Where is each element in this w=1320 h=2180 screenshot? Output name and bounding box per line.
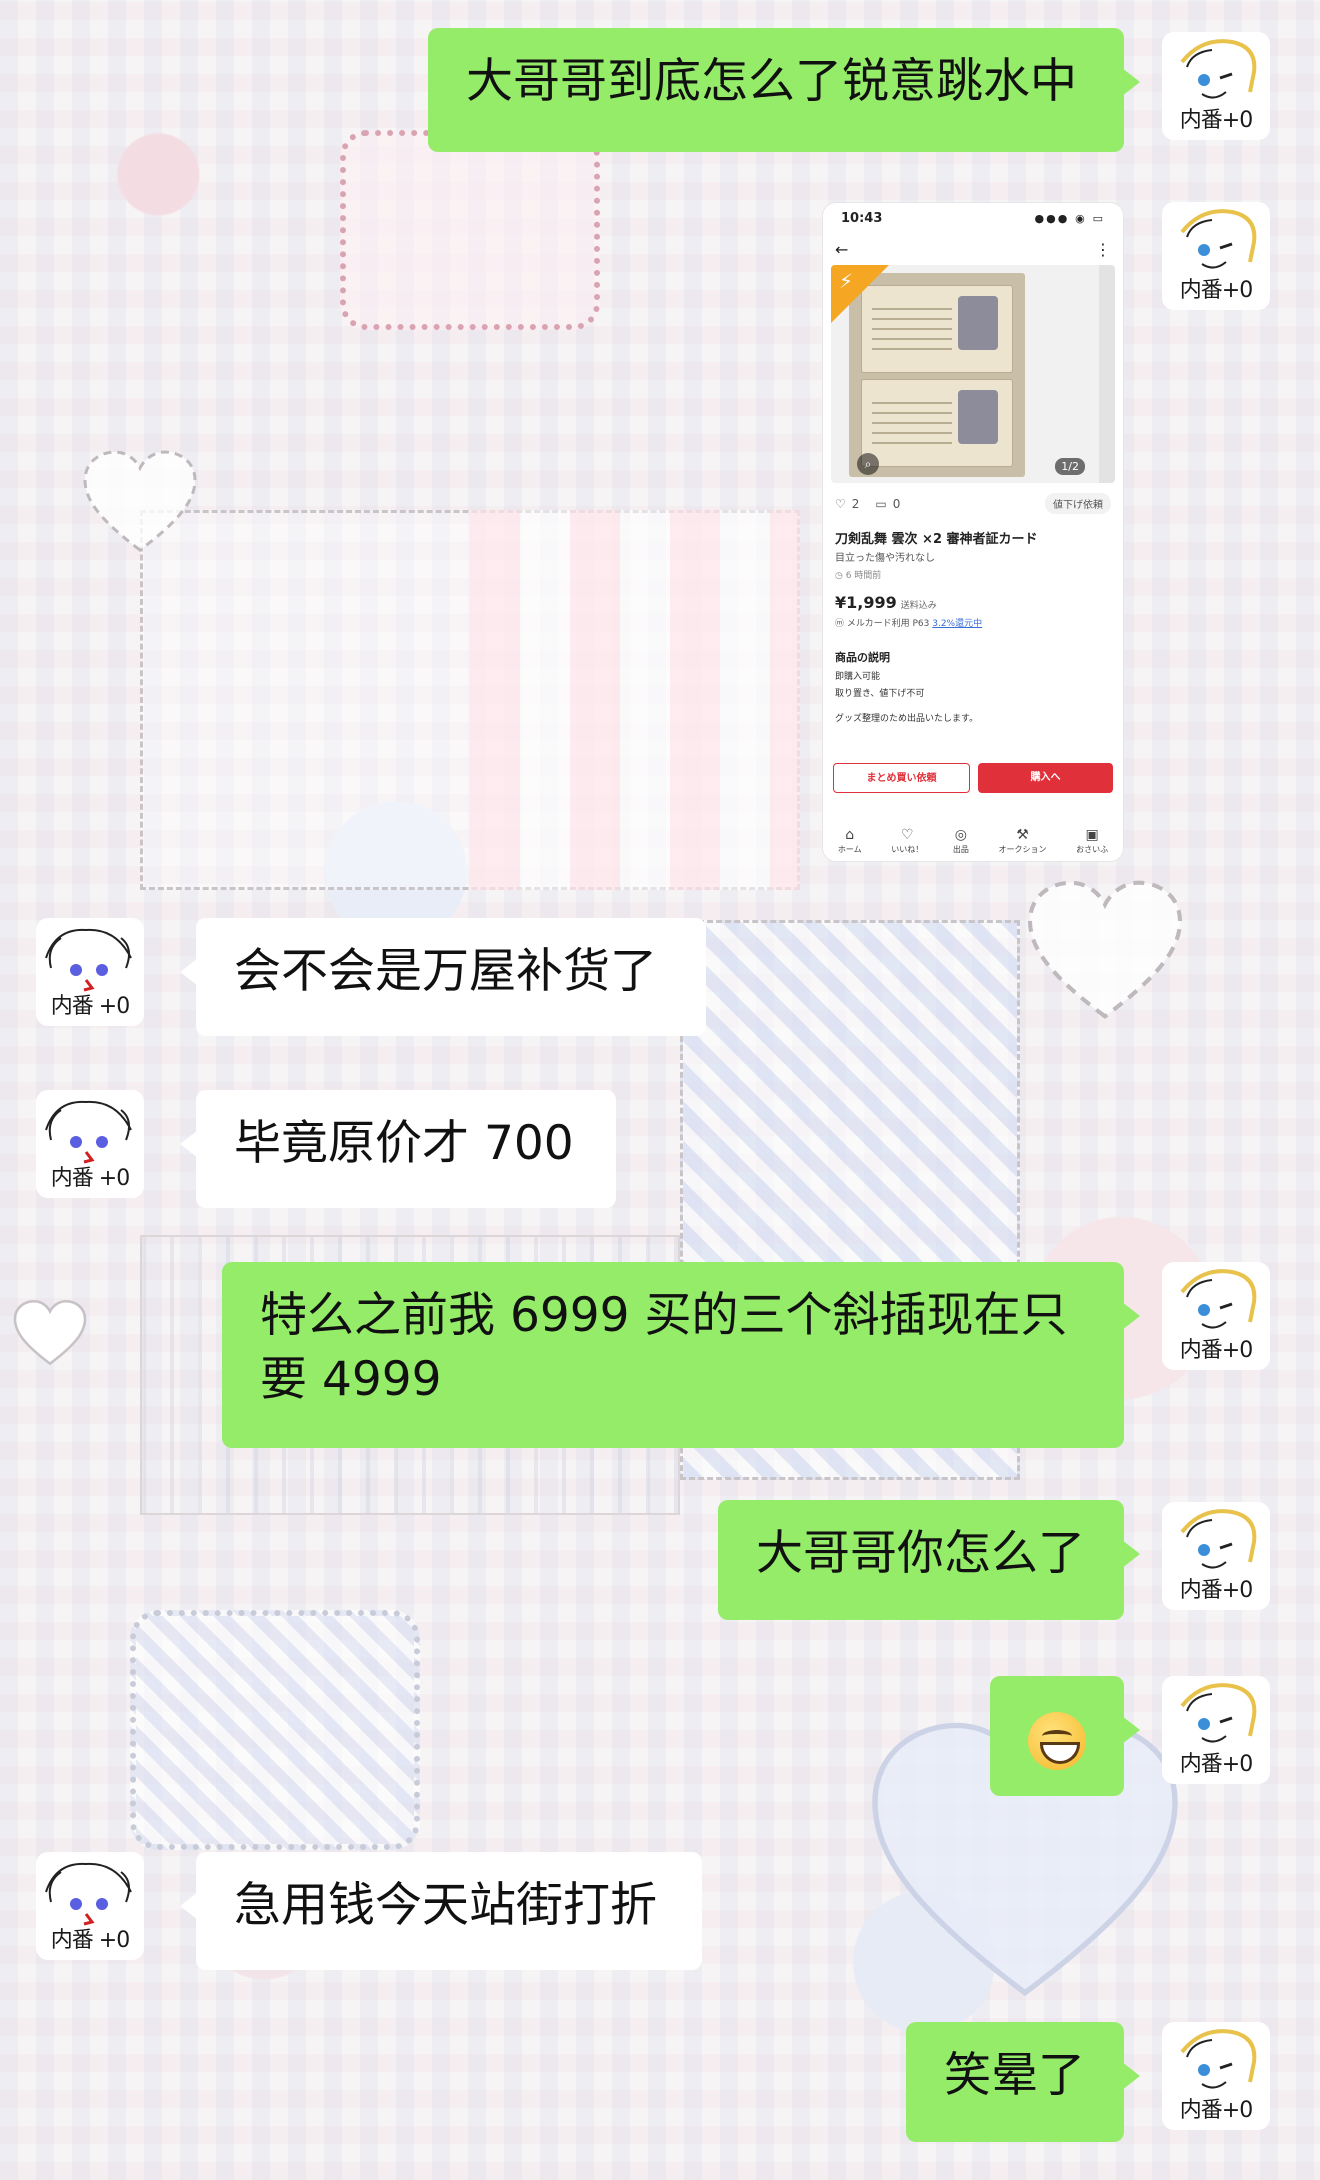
- heart-decor-icon: [1027, 880, 1183, 1019]
- avatar-tag: 内番+0: [1179, 1578, 1253, 1603]
- zoom-icon[interactable]: ⌕: [857, 453, 879, 475]
- next-image-peek: [1099, 265, 1115, 483]
- avatar-self[interactable]: 内番+0: [1162, 202, 1270, 310]
- description-line: [823, 703, 1123, 711]
- price-down-request-button[interactable]: 値下げ依頼: [1045, 493, 1111, 514]
- description-line: 即購入可能: [835, 672, 881, 682]
- more-options-icon[interactable]: ⋮: [1095, 240, 1111, 259]
- tab-auction[interactable]: ⚒ オークション: [999, 826, 1047, 855]
- posted-time-text: 6 時間前: [845, 571, 882, 581]
- tab-label: ホーム: [837, 845, 862, 854]
- product-actions: ♡ 2 ▭ 0 値下げ依頼: [823, 483, 1123, 524]
- comment-icon[interactable]: ▭: [875, 497, 886, 511]
- message-bubble-outgoing[interactable]: 大哥哥到底怎么了锐意跳水中: [428, 28, 1140, 152]
- image-message-screenshot[interactable]: 10:43 ●●● ◉ ▭ ← ⋮ ⚡ ⌕ 1/2 ♡ 2 ▭ 0 値下げ依頼 …: [822, 202, 1124, 862]
- description-line: 取り置き、値下げ不可: [835, 689, 925, 699]
- message-text: 大哥哥到底怎么了锐意跳水中: [466, 54, 1077, 109]
- tab-wallet[interactable]: ▣ おさいふ: [1076, 826, 1108, 855]
- avatar-tag: 内番+0: [1179, 1752, 1253, 1777]
- avatar-self[interactable]: 内番+0: [1162, 1502, 1270, 1610]
- product-card-image: [861, 379, 1013, 467]
- avatar-self[interactable]: 内番+0: [1162, 1676, 1270, 1784]
- decor-dotted-frame: [130, 1610, 420, 1850]
- avatar-self[interactable]: 内番+0: [1162, 2022, 1270, 2130]
- avatar-other[interactable]: 内番 +0: [36, 1090, 144, 1198]
- avatar-other[interactable]: 内番 +0: [36, 1852, 144, 1960]
- message-bubble-outgoing[interactable]: 大哥哥你怎么了: [718, 1500, 1140, 1620]
- tab-sell[interactable]: ◎ 出品: [953, 826, 969, 855]
- message-text: 特么之前我 6999 买的三个斜插现在只要 4999: [260, 1288, 1068, 1407]
- tax-note: 送料込み: [900, 601, 937, 611]
- lightning-icon: ⚡: [839, 269, 854, 293]
- camera-icon: ◎: [954, 827, 967, 843]
- product-title: 刀剣乱舞 雲次 ×2 審神者証カード: [835, 532, 1038, 547]
- tab-label: オークション: [998, 845, 1047, 854]
- avatar-other[interactable]: 内番 +0: [36, 918, 144, 1026]
- bottom-tab-bar: ⌂ ホーム ♡ いいね！ ◎ 出品 ⚒ オークション ▣ おさいふ: [823, 826, 1123, 855]
- decor-frame: [340, 130, 600, 330]
- price-value: ¥1,999: [835, 593, 897, 612]
- product-price: ¥1,999 送料込み: [823, 583, 1123, 612]
- tab-label: おさいふ: [1076, 845, 1109, 854]
- tab-label: いいね！: [891, 845, 924, 854]
- status-time: 10:43: [841, 210, 883, 226]
- card-note: メルカード利用 P63: [846, 619, 930, 629]
- heart-icon: ♡: [900, 827, 914, 843]
- avatar-tag: 内番 +0: [50, 994, 130, 1019]
- card-promo: ⓜ メルカード利用 P63 3.2%還元中: [835, 619, 983, 629]
- purchase-buttons: まとめ買い依頼 購入へ: [823, 763, 1123, 793]
- avatar-tag: 内番+0: [1179, 2098, 1253, 2123]
- message-bubble-incoming[interactable]: 毕竟原价才 700: [180, 1090, 616, 1208]
- message-text: 毕竟原价才 700: [234, 1116, 574, 1171]
- heart-icon[interactable]: ♡: [835, 497, 846, 511]
- message-text: 急用钱今天站街打折: [234, 1878, 657, 1933]
- decor-stripes: [470, 510, 800, 890]
- comment-count: 0: [892, 496, 901, 511]
- rebate-link[interactable]: 3.2%還元中: [932, 619, 982, 629]
- message-bubble-outgoing[interactable]: 特么之前我 6999 买的三个斜插现在只要 4999: [222, 1262, 1140, 1448]
- product-gallery[interactable]: ⚡ ⌕ 1/2: [831, 265, 1115, 483]
- message-bubble-outgoing[interactable]: 笑晕了: [906, 2022, 1140, 2142]
- description-heading: 商品の説明: [835, 651, 890, 664]
- home-icon: ⌂: [845, 827, 855, 843]
- heart-decor-icon: [83, 450, 197, 552]
- like-count: 2: [851, 496, 860, 511]
- bundle-request-button[interactable]: まとめ買い依頼: [833, 763, 970, 793]
- status-icons: ●●● ◉ ▭: [1034, 211, 1105, 225]
- posted-time: ◷ 6 時間前: [835, 571, 882, 581]
- heart-decor-icon: [13, 1300, 87, 1366]
- message-bubble-incoming[interactable]: 急用钱今天站街打折: [180, 1852, 702, 1970]
- message-bubble-outgoing[interactable]: [990, 1676, 1140, 1796]
- tab-likes[interactable]: ♡ いいね！: [891, 826, 923, 855]
- tab-label: 出品: [952, 845, 969, 854]
- avatar-tag: 内番+0: [1179, 108, 1253, 133]
- message-text: 会不会是万屋补货了: [234, 944, 657, 999]
- avatar-tag: 内番+0: [1179, 1338, 1253, 1363]
- message-text: 大哥哥你怎么了: [756, 1526, 1085, 1581]
- description-line: グッズ整理のため出品いたします。: [835, 714, 979, 724]
- gavel-icon: ⚒: [1016, 827, 1029, 843]
- wallet-icon: ▣: [1085, 827, 1099, 843]
- avatar-tag: 内番+0: [1179, 278, 1253, 303]
- grinning-face-emoji: [1028, 1711, 1086, 1770]
- message-bubble-incoming[interactable]: 会不会是万屋补货了: [180, 918, 706, 1036]
- app-nav: ← ⋮: [823, 233, 1123, 265]
- avatar-self[interactable]: 内番+0: [1162, 1262, 1270, 1370]
- avatar-tag: 内番 +0: [50, 1166, 130, 1191]
- image-counter: 1/2: [1055, 458, 1085, 475]
- product-condition: 目立った傷や汚れなし: [835, 553, 935, 564]
- status-bar: 10:43 ●●● ◉ ▭: [823, 203, 1123, 233]
- message-text: 笑晕了: [944, 2048, 1085, 2103]
- avatar-self[interactable]: 内番+0: [1162, 32, 1270, 140]
- avatar-tag: 内番 +0: [50, 1928, 130, 1953]
- back-arrow-icon[interactable]: ←: [835, 240, 848, 259]
- tab-home[interactable]: ⌂ ホーム: [838, 826, 862, 855]
- buy-button[interactable]: 購入へ: [978, 763, 1113, 793]
